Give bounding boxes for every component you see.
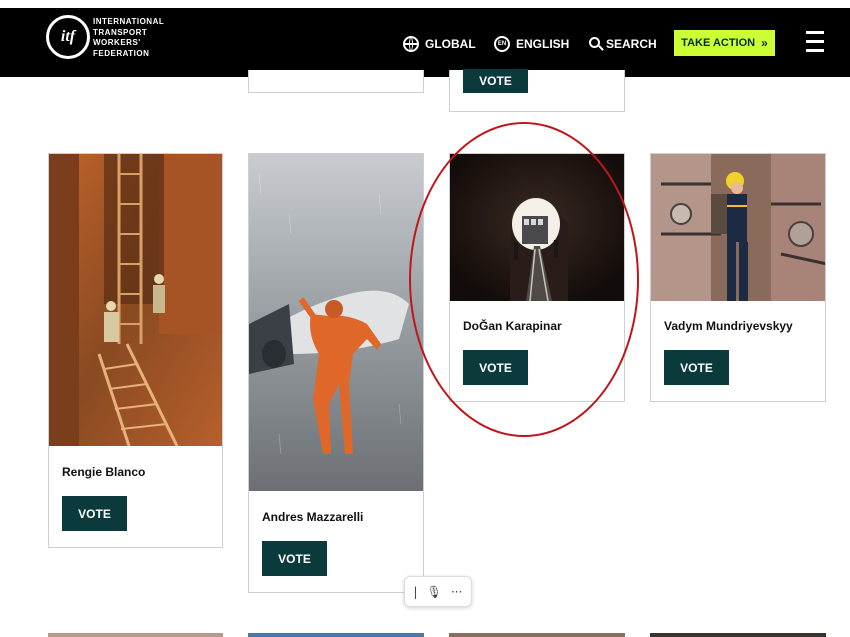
more-options-icon[interactable]: ···: [451, 585, 462, 599]
microphone-icon[interactable]: 🎙: [427, 585, 442, 599]
site-header: itf INTERNATIONAL TRANSPORT WORKERS' FED…: [0, 8, 850, 77]
floating-text-toolbar: | 🎙 ···: [404, 576, 472, 607]
take-action-button[interactable]: TAKE ACTION »: [674, 30, 775, 56]
vote-button[interactable]: VOTE: [62, 496, 127, 531]
nav-search-label: SEARCH: [606, 37, 657, 51]
candidate-card: Andres Mazzarelli VOTE: [248, 153, 424, 593]
candidate-photo: [249, 154, 423, 491]
logo-line: FEDERATION: [93, 48, 150, 58]
candidate-photo-partial: [449, 633, 625, 637]
candidate-photo: [49, 154, 222, 446]
vote-button[interactable]: VOTE: [262, 541, 327, 576]
nav-search[interactable]: SEARCH: [589, 34, 657, 54]
nav-language[interactable]: EN ENGLISH: [494, 34, 569, 54]
nav-language-label: ENGLISH: [516, 37, 570, 51]
candidate-name: Vadym Mundriyevskyy: [664, 319, 793, 333]
candidate-card: DoĞan Karapinar VOTE: [449, 153, 625, 402]
candidate-card-partial: VOTE: [449, 69, 625, 112]
candidate-card: Vadym Mundriyevskyy VOTE: [650, 153, 826, 402]
logo-line: WORKERS': [93, 38, 141, 47]
candidate-photo: [651, 154, 825, 301]
hamburger-icon-bar: [806, 40, 824, 43]
double-chevron-right-icon: »: [761, 36, 768, 50]
logo-line: TRANSPORT: [93, 27, 148, 37]
candidate-name: Rengie Blanco: [62, 465, 146, 479]
candidate-photo-partial: [248, 633, 424, 637]
menu-button[interactable]: [806, 31, 824, 53]
logo-wordmark: INTERNATIONAL TRANSPORT WORKERS' FEDERAT…: [93, 17, 183, 59]
nav-global-label: GLOBAL: [425, 37, 476, 51]
candidate-photo-partial: [48, 633, 223, 637]
vote-button[interactable]: VOTE: [463, 350, 528, 385]
language-icon: EN: [494, 36, 510, 52]
candidate-photo: [450, 154, 624, 301]
candidate-card-partial: [248, 70, 424, 93]
itf-logo[interactable]: itf: [46, 15, 90, 59]
nav-global[interactable]: GLOBAL: [403, 34, 476, 54]
text-cursor-icon[interactable]: |: [414, 585, 418, 599]
vote-button[interactable]: VOTE: [463, 69, 528, 93]
candidate-photo-partial: [650, 633, 826, 637]
hamburger-icon-bar: [806, 49, 824, 52]
take-action-label: TAKE ACTION: [681, 37, 756, 49]
search-icon: [589, 37, 600, 48]
globe-icon: [403, 36, 419, 52]
candidate-card: Rengie Blanco VOTE: [48, 153, 223, 548]
candidate-name: Andres Mazzarelli: [262, 510, 364, 524]
candidate-name: DoĞan Karapinar: [463, 319, 562, 333]
hamburger-icon-bar: [806, 31, 824, 34]
vote-button[interactable]: VOTE: [664, 350, 729, 385]
logo-line: INTERNATIONAL: [93, 17, 165, 26]
